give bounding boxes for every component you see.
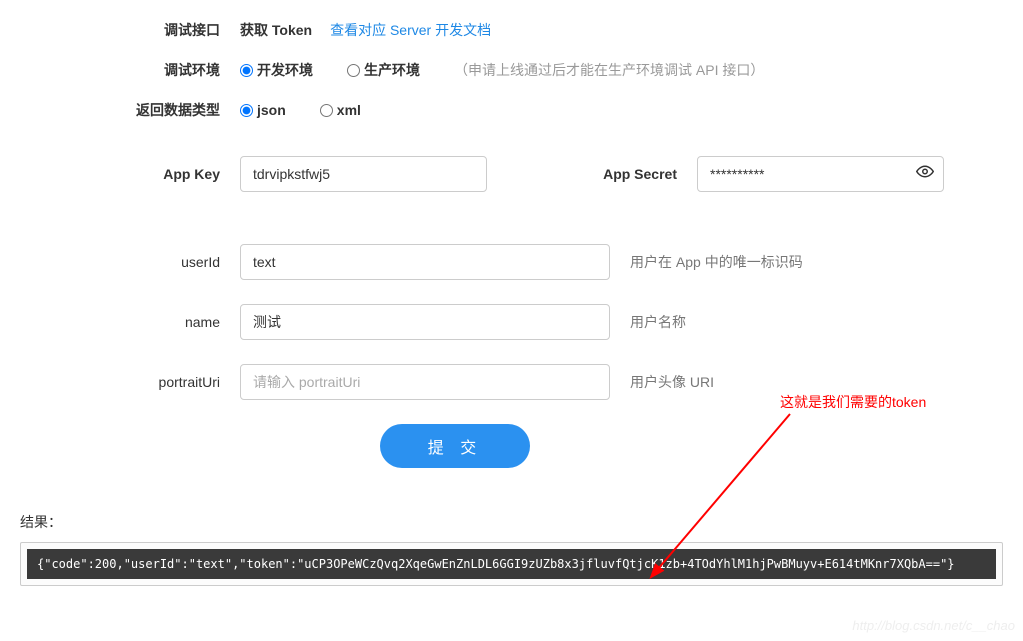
row-credentials: App Key App Secret xyxy=(0,156,1023,192)
input-portrait[interactable] xyxy=(240,364,610,400)
input-name[interactable] xyxy=(240,304,610,340)
radio-env-dev-label: 开发环境 xyxy=(257,60,313,80)
label-appsecret: App Secret xyxy=(487,166,697,182)
result-body: {"code":200,"userId":"text","token":"uCP… xyxy=(27,549,996,579)
hint-portrait: 用户头像 URI xyxy=(630,372,714,392)
row-api: 调试接口 获取 Token 查看对应 Server 开发文档 xyxy=(0,20,1023,40)
input-appsecret[interactable] xyxy=(697,156,944,192)
radio-env-dev[interactable]: 开发环境 xyxy=(240,60,313,80)
row-name: name 用户名称 xyxy=(0,304,1023,340)
result-label: 结果： xyxy=(20,512,1023,532)
radio-fmt-json-input[interactable] xyxy=(240,104,253,117)
hint-name: 用户名称 xyxy=(630,312,686,332)
watermark: http://blog.csdn.net/c__chao xyxy=(852,618,1015,633)
input-appkey[interactable] xyxy=(240,156,487,192)
radio-env-prod-label: 生产环境 xyxy=(364,60,420,80)
radio-fmt-xml-input[interactable] xyxy=(320,104,333,117)
api-value: 获取 Token xyxy=(240,20,312,40)
radio-fmt-xml[interactable]: xml xyxy=(320,102,361,118)
label-userid: userId xyxy=(0,254,240,270)
env-note: （申请上线通过后才能在生产环境调试 API 接口） xyxy=(454,60,764,80)
eye-icon[interactable] xyxy=(916,163,934,186)
label-api: 调试接口 xyxy=(0,20,240,40)
row-userid: userId 用户在 App 中的唯一标识码 xyxy=(0,244,1023,280)
row-env: 调试环境 开发环境 生产环境 （申请上线通过后才能在生产环境调试 API 接口） xyxy=(0,60,1023,80)
api-doc-link[interactable]: 查看对应 Server 开发文档 xyxy=(330,20,491,40)
row-fmt: 返回数据类型 json xml xyxy=(0,100,1023,120)
radio-env-prod[interactable]: 生产环境 xyxy=(347,60,420,80)
radio-env-dev-input[interactable] xyxy=(240,64,253,77)
input-userid[interactable] xyxy=(240,244,610,280)
label-portrait: portraitUri xyxy=(0,374,240,390)
annotation-text: 这就是我们需要的token xyxy=(780,392,926,412)
label-env: 调试环境 xyxy=(0,60,240,80)
label-fmt: 返回数据类型 xyxy=(0,100,240,120)
result-box: {"code":200,"userId":"text","token":"uCP… xyxy=(20,542,1003,586)
hint-userid: 用户在 App 中的唯一标识码 xyxy=(630,252,803,272)
submit-button[interactable]: 提 交 xyxy=(380,424,530,468)
radio-env-prod-input[interactable] xyxy=(347,64,360,77)
label-name: name xyxy=(0,314,240,330)
radio-fmt-json-label: json xyxy=(257,102,286,118)
radio-fmt-xml-label: xml xyxy=(337,102,361,118)
label-appkey: App Key xyxy=(0,166,240,182)
radio-fmt-json[interactable]: json xyxy=(240,102,286,118)
